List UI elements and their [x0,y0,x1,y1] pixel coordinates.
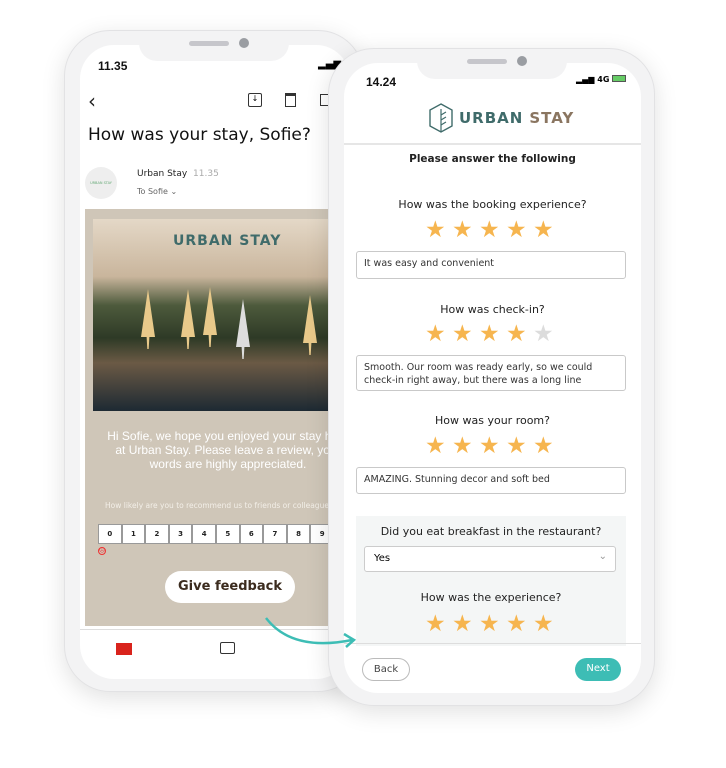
question-label: How was your room? [435,414,550,427]
chat-nav-icon[interactable] [220,642,235,654]
nps-option[interactable]: 5 [215,524,240,544]
survey-heading: Please answer the following [409,153,576,165]
answer-field[interactable]: Smooth. Our room was ready early, so we … [356,355,626,391]
umbrella-image [236,299,250,359]
nps-option[interactable]: 2 [145,524,169,544]
star-icon[interactable]: ★ [479,435,500,458]
breakfast-question: Did you eat breakfast in the restaurant? [380,525,602,538]
umbrella-image [141,289,155,349]
survey-phone: 14.24 ▂▄▆ 4G URBAN STAY Please answer th… [328,48,655,706]
nps-option[interactable]: 6 [239,524,264,544]
brand-logo: URBAN STAY [429,103,574,133]
question-label: How was check-in? [440,303,545,316]
back-button[interactable]: Back [362,658,410,681]
trash-icon[interactable] [285,93,296,107]
star-icon[interactable]: ★ [479,613,500,636]
star-icon[interactable]: ★ [452,613,473,636]
star-icon[interactable]: ★ [425,219,446,242]
question-label: How was the booking experience? [398,198,587,211]
followup-question: How was the experience? [420,591,562,604]
breakfast-select[interactable]: Yes ⌄ [364,546,616,572]
star-icon[interactable]: ★ [533,435,554,458]
status-time: 11.35 [98,59,128,73]
footer-divider [344,643,641,644]
archive-icon[interactable]: ↓ [248,93,262,107]
sad-face-icon: ☹ [98,547,106,555]
star-rating[interactable]: ★ ★ ★ ★ ★ [425,435,554,458]
recipient[interactable]: To Sofie ⌄ [137,187,177,196]
nps-option[interactable]: 1 [121,524,146,544]
star-rating[interactable]: ★ ★ ★ ★ ★ [425,219,554,242]
star-icon[interactable]: ★ [425,613,446,636]
signal-icon: ▂▄▆ [576,75,598,84]
hotel-photo: URBAN STAY [93,219,350,411]
star-icon[interactable]: ★ [506,219,527,242]
star-icon[interactable]: ★ [479,323,500,346]
email-screen: 11.35 ▂▄▆ ‹ ↓ How was your stay, Sofie? … [80,45,350,679]
notch [139,31,289,61]
mail-nav-icon[interactable] [116,643,132,655]
notch [416,49,567,79]
email-phone: 11.35 ▂▄▆ ‹ ↓ How was your stay, Sofie? … [64,30,364,692]
sent-time: 11.35 [193,169,219,179]
sender-avatar: URBAN STAY [85,167,117,199]
breakfast-section: Did you eat breakfast in the restaurant?… [356,516,626,646]
logo-word-urban: URBAN [459,109,524,127]
star-empty-icon[interactable]: ★ [533,323,554,346]
star-icon[interactable]: ★ [533,613,554,636]
nps-option[interactable]: 7 [263,524,287,544]
star-icon[interactable]: ★ [452,435,473,458]
network-label: 4G [597,75,610,84]
star-icon[interactable]: ★ [533,219,554,242]
star-icon[interactable]: ★ [506,323,527,346]
banner-logo: URBAN STAY [173,233,282,249]
give-feedback-button[interactable]: Give feedback [165,571,295,603]
email-message: Hi Sofie, we hope you enjoyed your stay … [107,429,349,471]
leaf-logo-icon [429,103,453,133]
chevron-down-icon: ⌄ [598,551,607,562]
survey-screen: 14.24 ▂▄▆ 4G URBAN STAY Please answer th… [344,63,641,693]
nps-option[interactable]: 0 [98,524,122,544]
umbrella-image [303,295,317,355]
nps-scale: 0123456789 [98,524,334,544]
star-icon[interactable]: ★ [506,435,527,458]
curved-arrow-icon [265,617,357,648]
umbrella-image [203,287,217,347]
recipient-label: To Sofie [137,187,168,196]
answer-field[interactable]: It was easy and convenient [356,251,626,279]
star-icon[interactable]: ★ [452,323,473,346]
star-icon[interactable]: ★ [479,219,500,242]
next-button[interactable]: Next [575,658,621,681]
logo-word-stay: STAY [529,109,575,127]
status-icons: ▂▄▆ 4G [576,75,627,84]
nps-question: How likely are you to recommend us to fr… [105,501,337,510]
back-icon[interactable]: ‹ [88,89,96,113]
select-value: Yes [374,553,391,564]
header-divider [344,143,641,145]
star-icon[interactable]: ★ [506,613,527,636]
star-icon[interactable]: ★ [425,435,446,458]
nps-option[interactable]: 3 [168,524,193,544]
umbrella-image [181,289,195,349]
star-icon[interactable]: ★ [452,219,473,242]
sender-name: Urban Stay [137,169,188,179]
email-subject: How was your stay, Sofie? [88,125,311,145]
battery-icon [612,75,627,82]
email-body: URBAN STAY Hi Sofie, we hope you enjoyed… [85,209,350,626]
answer-field[interactable]: AMAZING. Stunning decor and soft bed [356,467,626,494]
star-rating[interactable]: ★ ★ ★ ★ ★ [425,613,554,636]
status-time: 14.24 [366,75,397,89]
star-rating[interactable]: ★ ★ ★ ★ ★ [425,323,554,346]
nps-option[interactable]: 8 [286,524,311,544]
chevron-down-icon: ⌄ [170,187,178,196]
sender-line: Urban Stay 11.35 [137,169,219,179]
nps-option[interactable]: 4 [192,524,216,544]
star-icon[interactable]: ★ [425,323,446,346]
